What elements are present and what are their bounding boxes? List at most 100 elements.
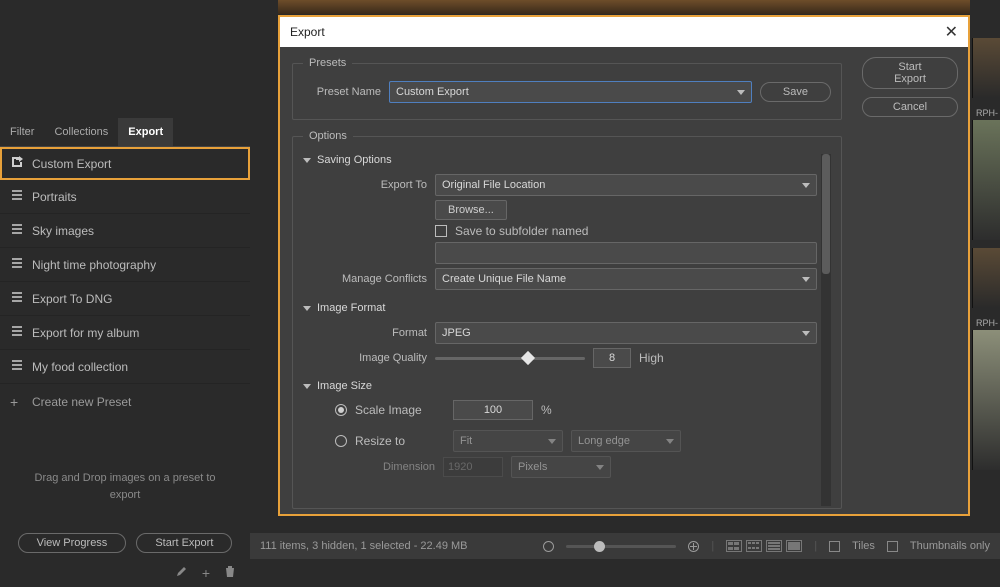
thumbnail-label: RPH- <box>972 106 1000 120</box>
tab-export[interactable]: Export <box>118 118 173 146</box>
zoom-slider[interactable] <box>566 545 676 548</box>
preset-label: Sky images <box>32 224 94 238</box>
export-to-select[interactable]: Original File Location <box>435 174 817 196</box>
image-size-header[interactable]: Image Size <box>303 380 817 392</box>
dimension-unit-value: Pixels <box>518 461 547 473</box>
list-icon <box>10 256 24 273</box>
create-preset-button[interactable]: + Create new Preset <box>0 384 250 420</box>
options-section: Options Saving Options Export To Origina… <box>292 130 842 509</box>
browse-button[interactable]: Browse... <box>435 200 507 220</box>
list-icon <box>10 222 24 239</box>
tiles-label: Tiles <box>852 540 875 552</box>
options-legend: Options <box>303 130 353 142</box>
manage-conflicts-select[interactable]: Create Unique File Name <box>435 268 817 290</box>
list-icon <box>10 188 24 205</box>
export-to-value: Original File Location <box>442 179 545 191</box>
options-scrollbar[interactable] <box>821 154 831 506</box>
dimension-input[interactable] <box>443 457 503 477</box>
view-grid-large[interactable] <box>726 540 742 552</box>
image-size-label: Image Size <box>317 380 372 392</box>
view-list[interactable] <box>766 540 782 552</box>
resize-radio[interactable] <box>335 435 347 447</box>
thumbnail[interactable] <box>972 248 1000 308</box>
thumbnail[interactable] <box>972 38 1000 98</box>
chevron-down-icon <box>737 90 745 95</box>
saving-options-header[interactable]: Saving Options <box>303 154 817 166</box>
image-format-header[interactable]: Image Format <box>303 302 817 314</box>
dimension-unit-select[interactable]: Pixels <box>511 456 611 478</box>
preset-item-night[interactable]: Night time photography <box>0 248 250 282</box>
cancel-button[interactable]: Cancel <box>862 97 958 117</box>
edit-icon[interactable] <box>175 565 188 581</box>
zoom-in-icon[interactable] <box>688 541 699 552</box>
scale-input[interactable] <box>453 400 533 420</box>
presets-section: Presets Preset Name Custom Export Save <box>292 57 842 120</box>
preset-name-select[interactable]: Custom Export <box>389 81 752 103</box>
preset-label: My food collection <box>32 360 128 374</box>
tiles-checkbox[interactable] <box>829 541 840 552</box>
add-icon[interactable]: + <box>202 565 210 581</box>
format-label: Format <box>315 327 427 339</box>
trash-icon[interactable] <box>224 565 236 581</box>
left-tabs: Filter Collections Export <box>0 118 250 147</box>
subfolder-label: Save to subfolder named <box>455 224 588 238</box>
export-icon <box>10 155 24 172</box>
list-icon <box>10 324 24 341</box>
view-grid-small[interactable] <box>746 540 762 552</box>
right-thumbnails: RPH- RPH- <box>972 0 1000 520</box>
format-value: JPEG <box>442 327 471 339</box>
subfolder-checkbox[interactable] <box>435 225 447 237</box>
dialog-titlebar: Export ✕ <box>280 17 968 47</box>
preset-label: Export To DNG <box>32 292 112 306</box>
preset-item-custom-export[interactable]: Custom Export <box>0 147 250 180</box>
save-preset-button[interactable]: Save <box>760 82 831 102</box>
left-panel: Filter Collections Export Custom Export … <box>0 0 250 559</box>
quality-input[interactable] <box>593 348 631 368</box>
list-icon <box>10 290 24 307</box>
scale-unit: % <box>541 403 552 417</box>
preset-item-album[interactable]: Export for my album <box>0 316 250 350</box>
preset-item-portraits[interactable]: Portraits <box>0 180 250 214</box>
chevron-down-icon <box>666 439 674 444</box>
quality-slider[interactable] <box>435 357 585 360</box>
edge-value: Long edge <box>578 435 630 447</box>
export-to-label: Export To <box>315 179 427 191</box>
export-dialog: Export ✕ Presets Preset Name Custom Expo… <box>278 15 970 516</box>
chevron-down-icon <box>303 306 311 311</box>
tab-filter[interactable]: Filter <box>0 118 44 146</box>
left-start-export-button[interactable]: Start Export <box>136 533 232 553</box>
view-single[interactable] <box>786 540 802 552</box>
preset-name-value: Custom Export <box>396 86 469 98</box>
thumbnail-label: RPH- <box>972 316 1000 330</box>
preset-item-food[interactable]: My food collection <box>0 350 250 384</box>
scale-radio[interactable] <box>335 404 347 416</box>
preset-item-sky[interactable]: Sky images <box>0 214 250 248</box>
start-export-button[interactable]: Start Export <box>862 57 958 89</box>
preset-label: Custom Export <box>32 157 111 171</box>
thumbs-only-checkbox[interactable] <box>887 541 898 552</box>
dialog-title: Export <box>290 25 325 39</box>
status-text: 111 items, 3 hidden, 1 selected - 22.49 … <box>260 540 468 552</box>
fit-value: Fit <box>460 435 472 447</box>
thumbnail[interactable] <box>972 330 1000 470</box>
format-select[interactable]: JPEG <box>435 322 817 344</box>
preset-name-label: Preset Name <box>303 86 381 98</box>
status-bar: 111 items, 3 hidden, 1 selected - 22.49 … <box>250 533 1000 559</box>
resize-label: Resize to <box>355 434 445 448</box>
close-icon[interactable]: ✕ <box>945 22 958 42</box>
quality-text: High <box>639 351 664 365</box>
dialog-action-column: Start Export Cancel <box>862 57 968 514</box>
saving-options-label: Saving Options <box>317 154 392 166</box>
thumbnail[interactable] <box>972 120 1000 240</box>
drag-drop-hint: Drag and Drop images on a preset to expo… <box>0 450 250 523</box>
edge-select[interactable]: Long edge <box>571 430 681 452</box>
subfolder-input[interactable] <box>435 242 817 264</box>
tab-collections[interactable]: Collections <box>44 118 118 146</box>
preset-item-dng[interactable]: Export To DNG <box>0 282 250 316</box>
manage-conflicts-value: Create Unique File Name <box>442 273 566 285</box>
fit-select[interactable]: Fit <box>453 430 563 452</box>
view-mode-group <box>726 540 802 552</box>
view-progress-button[interactable]: View Progress <box>18 533 127 553</box>
create-preset-label: Create new Preset <box>32 395 131 409</box>
zoom-out-icon[interactable] <box>543 541 554 552</box>
